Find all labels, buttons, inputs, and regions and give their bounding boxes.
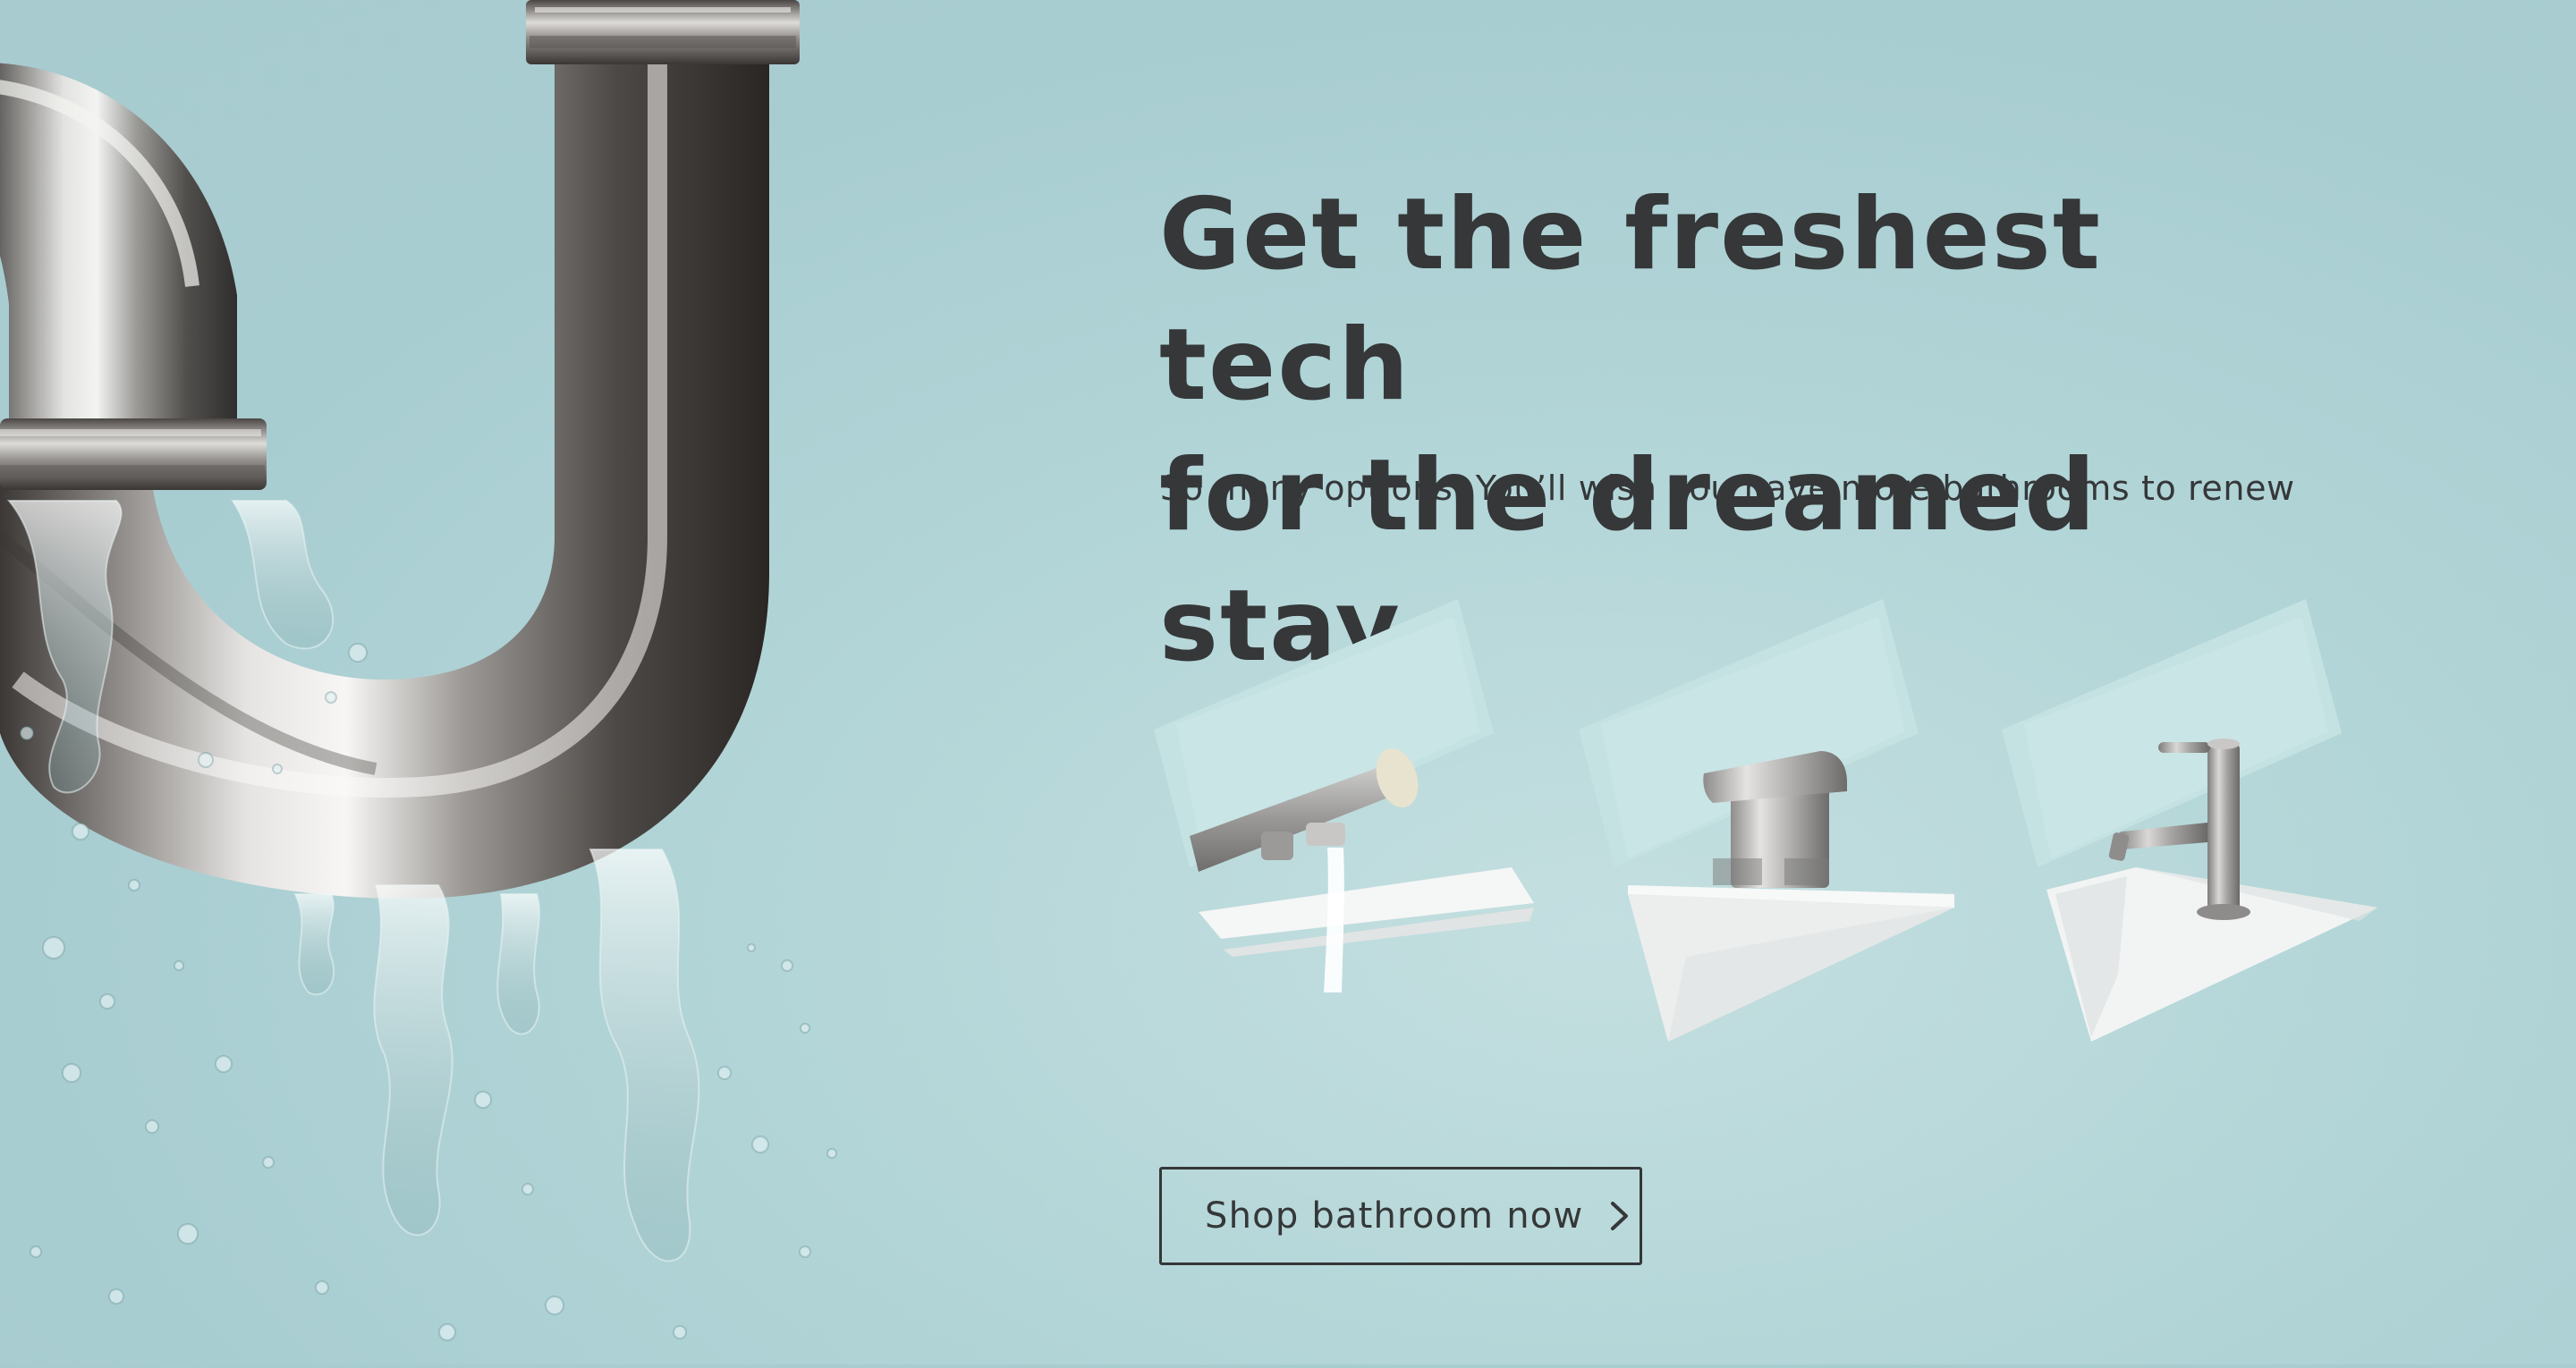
- shop-bathroom-button-label: Shop bathroom now: [1205, 1195, 1584, 1237]
- product-image-lever-mixer: [2002, 599, 2377, 1042]
- product-image-waterfall-mixer: [1579, 599, 1954, 1042]
- chevron-right-icon: [1608, 1198, 1631, 1234]
- headline-line-1: Get the freshest tech: [1159, 177, 2102, 423]
- product-image-wall-spout: [1154, 599, 1534, 992]
- shop-bathroom-button[interactable]: Shop bathroom now: [1159, 1167, 1642, 1265]
- leaking-pipe-hero-image: [0, 0, 894, 1364]
- hero-subtitle: So many options. You’ll wish you have mo…: [1160, 469, 2295, 508]
